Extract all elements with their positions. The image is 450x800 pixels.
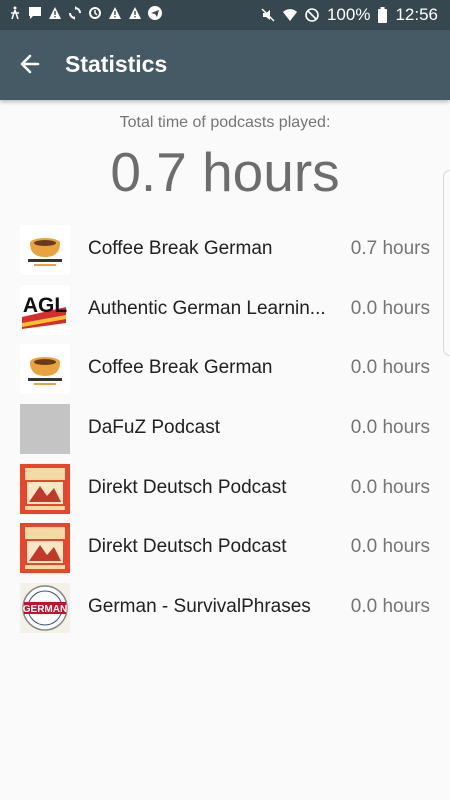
update-icon [89,7,101,19]
podcast-list: Coffee Break German 0.7 hours AGL Authen… [0,220,450,638]
podcast-duration: 0.0 hours [350,476,430,498]
list-item[interactable]: GERMAN German - SurvivalPhrases 0.0 hour… [0,578,450,638]
notification-icons [8,6,162,20]
podcast-duration: 0.0 hours [350,297,430,319]
page-title: Statistics [65,51,168,77]
podcast-duration: 0.7 hours [350,238,430,259]
clock: 12:56 [395,5,438,24]
warning-icon [109,7,121,19]
podcast-name: DaFuZ Podcast [88,417,220,439]
coffee-break-german-cover [20,344,70,395]
sync-icon [69,6,81,20]
total-time-label: Total time of podcasts played: [119,114,331,131]
podcast-name: German - SurvivalPhrases [88,596,311,618]
list-item[interactable]: Direkt Deutsch Podcast 0.0 hours [0,459,450,519]
german-survival-phrases-cover: GERMAN [20,583,70,634]
podcast-duration: 0.0 hours [350,536,430,558]
arrow-back-icon[interactable] [18,52,42,76]
warning-icon [129,7,141,19]
message-icon [29,7,41,19]
mute-icon [261,8,275,22]
svg-text:GERMAN: GERMAN [23,604,67,615]
direkt-deutsch-cover [20,523,70,574]
list-item[interactable]: Direkt Deutsch Podcast 0.0 hours [0,518,450,578]
telegram-icon [148,6,162,20]
warning-icon [49,7,61,19]
battery-icon [378,7,388,23]
direkt-deutsch-cover [20,463,70,514]
svg-text:AGL: AGL [23,294,68,317]
podcast-name: Coffee Break German [88,357,273,379]
podcast-name: Authentic German Learnin... [88,297,326,319]
placeholder-cover [20,404,70,455]
podcast-name: Coffee Break German [88,238,273,259]
accessibility-icon [11,6,19,20]
no-disturb-icon [305,8,319,22]
podcast-name: Direkt Deutsch Podcast [88,536,287,558]
podcast-duration: 0.0 hours [350,596,430,618]
podcast-duration: 0.0 hours [350,417,430,439]
battery-percentage: 100% [326,5,371,24]
wifi-icon [282,9,297,21]
system-icons: 100% 12:56 [261,5,438,25]
agl-cover: AGL [20,284,70,335]
list-item[interactable]: DaFuZ Podcast 0.0 hours [0,399,450,459]
coffee-break-german-cover [20,225,70,275]
list-item[interactable]: AGL Authentic German Learnin... 0.0 hour… [0,280,450,340]
podcast-duration: 0.0 hours [350,357,430,379]
list-item[interactable]: Coffee Break German 0.0 hours [0,339,450,399]
status-bar: 100% 12:56 [0,0,450,30]
total-time-value: 0.7 hours [110,141,340,203]
podcast-name: Direkt Deutsch Podcast [88,476,287,498]
app-bar: Statistics [0,30,450,100]
list-item[interactable]: Coffee Break German 0.7 hours [0,220,450,280]
